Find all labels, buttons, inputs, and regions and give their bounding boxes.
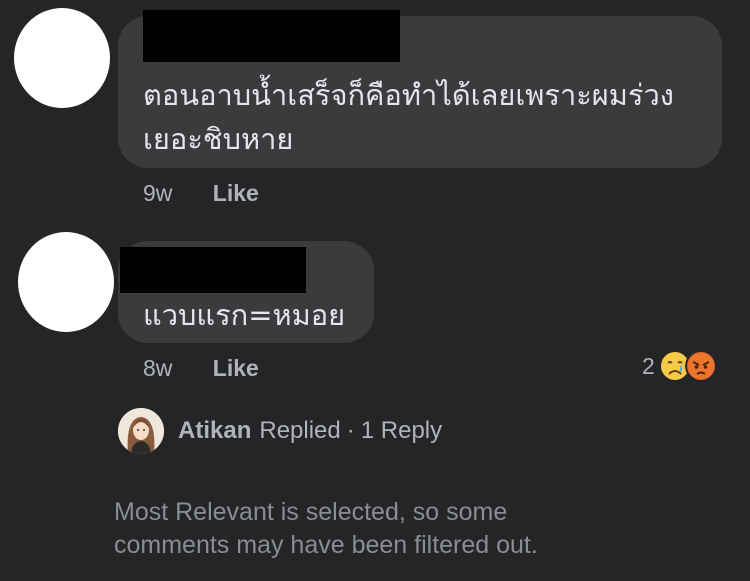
comment-text: แวบแรก=หมอย bbox=[143, 298, 346, 332]
comment-timestamp[interactable]: 8w bbox=[143, 355, 172, 381]
like-button[interactable]: Like bbox=[213, 355, 259, 381]
comment-text-line-2: เยอะชิบหาย bbox=[143, 122, 294, 156]
redacted-author-name bbox=[120, 247, 306, 293]
comment-meta: 9w Like bbox=[143, 180, 259, 207]
reaction-count: 2 bbox=[642, 352, 655, 379]
angry-face-icon bbox=[684, 350, 717, 382]
view-replies-link[interactable]: Atikan Replied · 1 Reply bbox=[118, 408, 442, 454]
comment-text-line-1: ตอนอาบน้ำเสร็จก็คือทำได้เลยเพราะผมร่วง bbox=[143, 78, 674, 112]
reaction-summary[interactable]: 2 bbox=[642, 350, 717, 382]
reply-count-label: 1 Reply bbox=[360, 417, 443, 444]
reply-action-label: Replied bbox=[259, 417, 341, 444]
reply-author-name[interactable]: Atikan bbox=[178, 417, 251, 445]
redacted-author-name bbox=[143, 10, 400, 62]
filter-notice: Most Relevant is selected, so some comme… bbox=[114, 496, 538, 562]
avatar[interactable] bbox=[18, 232, 114, 332]
avatar bbox=[118, 408, 164, 454]
comment-timestamp[interactable]: 9w bbox=[143, 180, 172, 206]
user-avatar-illustration-icon bbox=[118, 408, 164, 454]
filter-notice-line-1: Most Relevant is selected, so some bbox=[114, 498, 508, 526]
like-button[interactable]: Like bbox=[213, 180, 259, 206]
reply-separator: · bbox=[346, 417, 355, 444]
filter-notice-line-2: comments may have been filtered out. bbox=[114, 531, 538, 559]
avatar[interactable] bbox=[14, 8, 110, 108]
comment-meta: 8w Like bbox=[143, 355, 259, 382]
